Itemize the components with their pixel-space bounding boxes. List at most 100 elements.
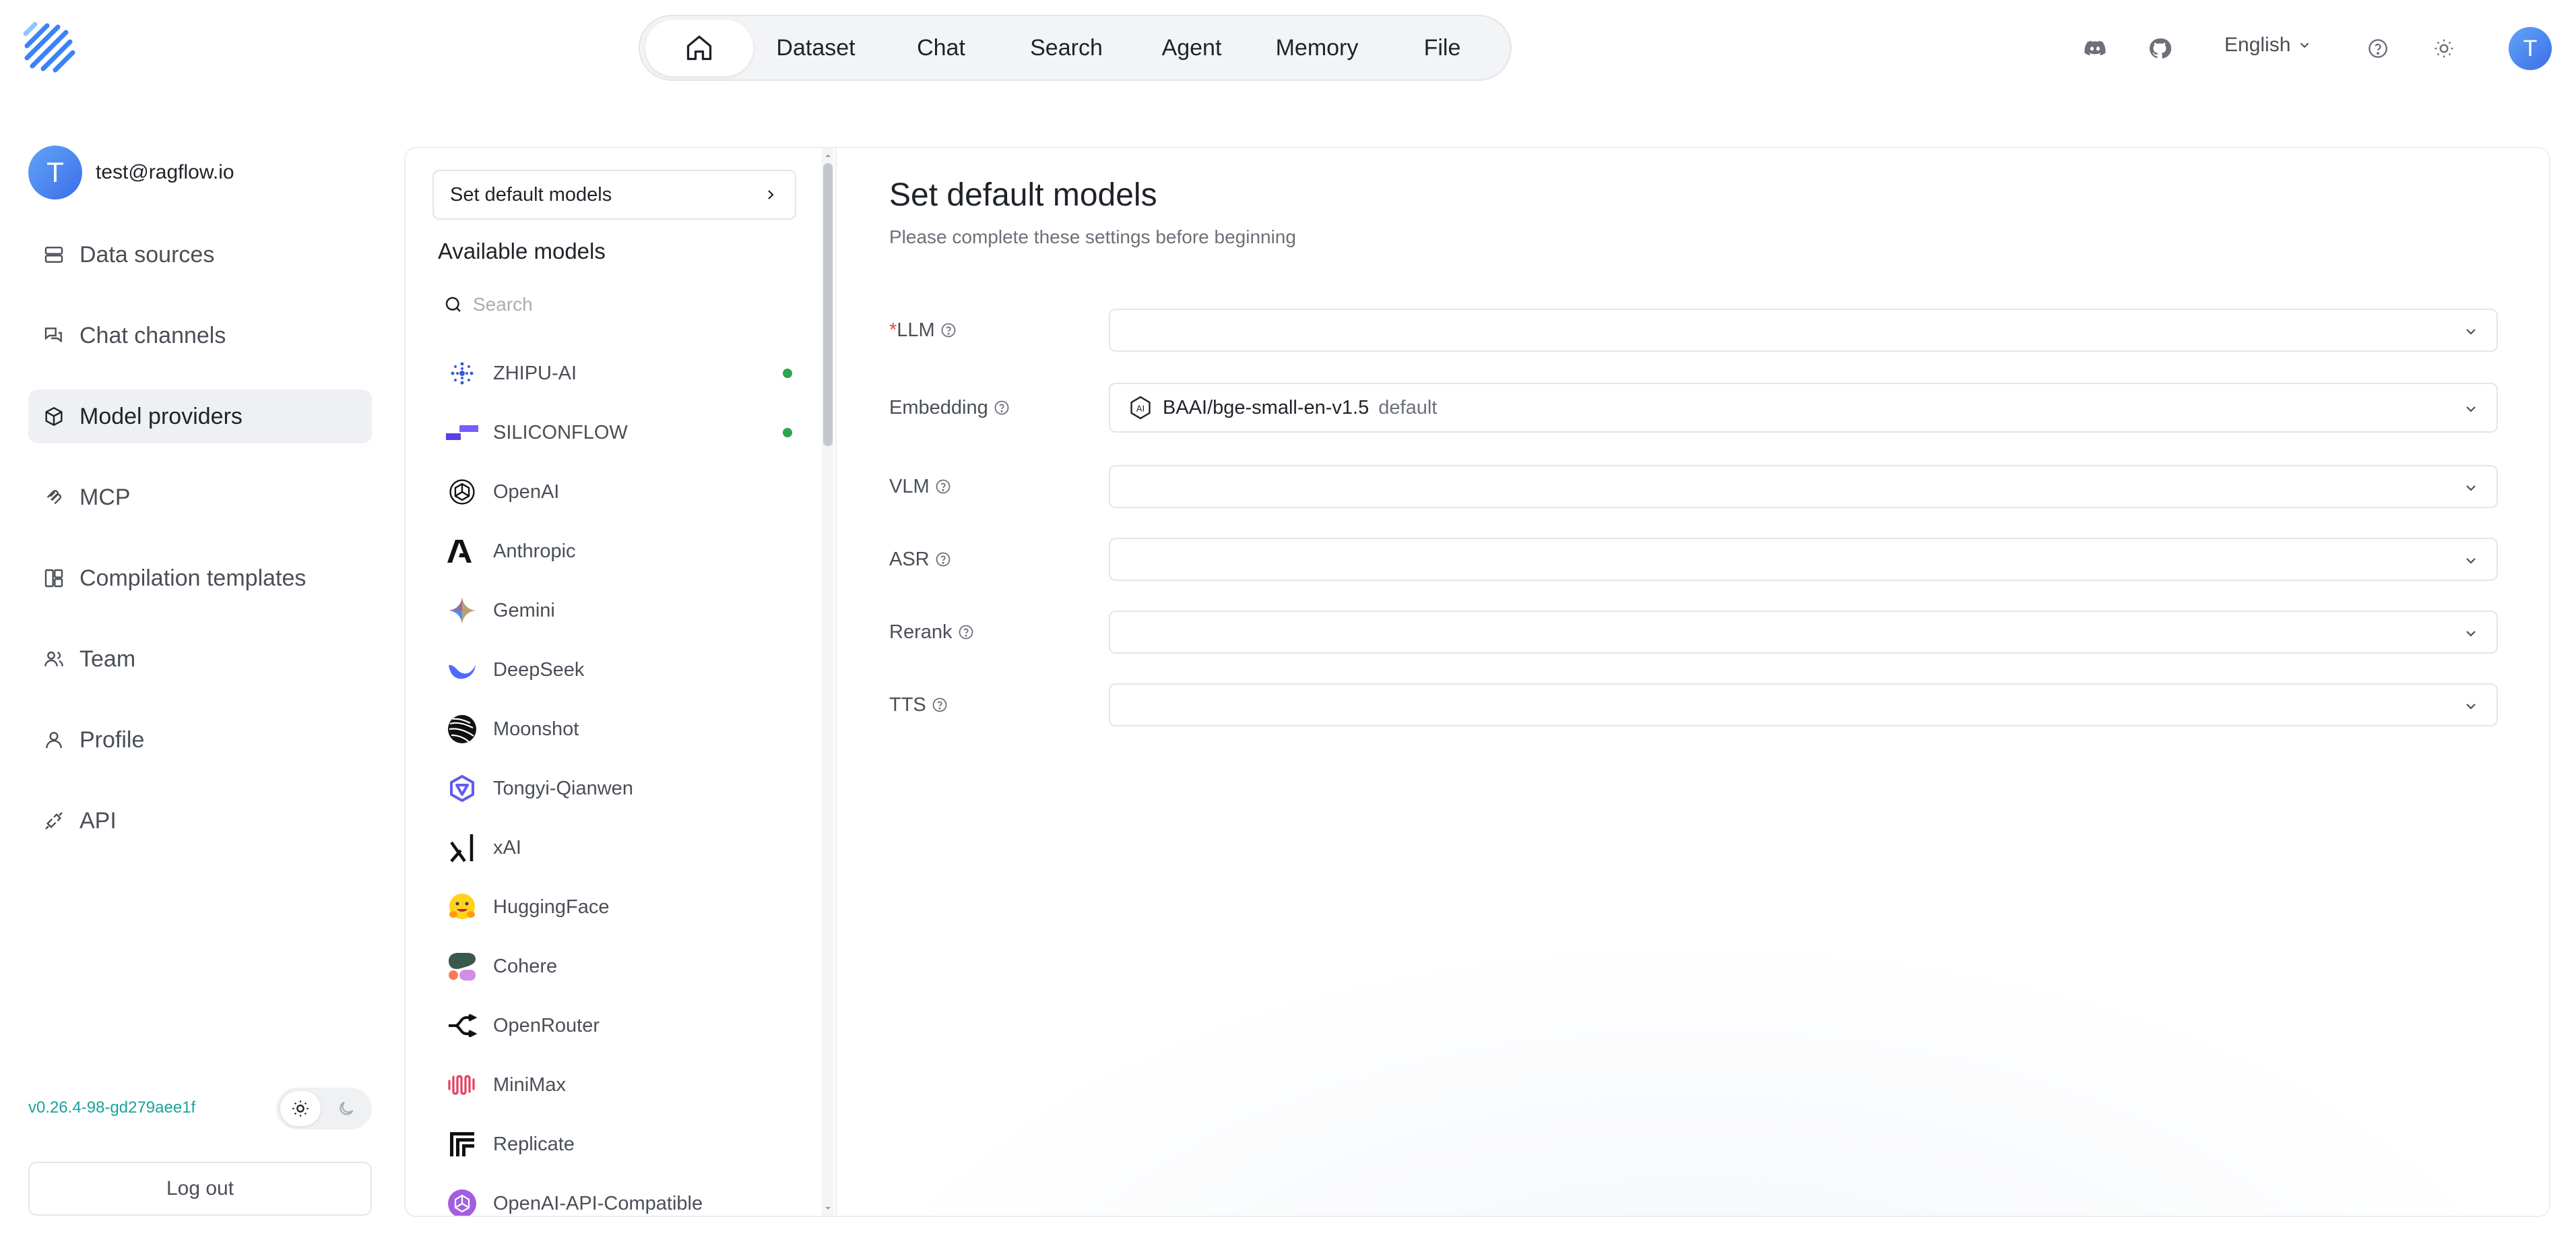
provider-anthropic[interactable]: Anthropic — [446, 522, 796, 581]
templates-icon — [44, 569, 63, 588]
provider-openrouter[interactable]: OpenRouter — [446, 996, 796, 1055]
sidebar-item-model-providers[interactable]: Model providers — [28, 390, 372, 443]
available-models-title: Available models — [438, 239, 606, 263]
nav-search[interactable]: Search — [1004, 20, 1129, 76]
field-label: VLM — [889, 475, 930, 497]
provider-name: OpenAI-API-Compatible — [493, 1192, 703, 1214]
help-icon[interactable] — [935, 551, 951, 567]
sidebar-item-team[interactable]: Team — [28, 632, 372, 686]
language-select[interactable]: English — [2224, 34, 2312, 57]
field-label: ASR — [889, 548, 930, 570]
chevron-down-icon — [2466, 704, 2476, 710]
chevron-down-icon — [2300, 42, 2309, 49]
discord-icon[interactable] — [2082, 35, 2108, 62]
github-icon[interactable] — [2146, 35, 2173, 62]
sidebar-item-chat-channels[interactable]: Chat channels — [28, 309, 372, 363]
nav-memory[interactable]: Memory — [1254, 20, 1380, 76]
scroll-up-icon[interactable] — [823, 151, 833, 160]
help-icon[interactable] — [940, 322, 957, 338]
moonshot-logo-icon — [446, 713, 478, 745]
svg-text:AI: AI — [1136, 404, 1145, 414]
nav-dataset[interactable]: Dataset — [753, 20, 878, 76]
provider-huggingface[interactable]: HuggingFace — [446, 877, 796, 937]
provider-name: OpenRouter — [493, 1014, 600, 1036]
asr-label: ASR — [889, 538, 951, 581]
chevron-down-icon — [2466, 558, 2476, 564]
chevron-down-icon — [2466, 485, 2476, 491]
rerank-label: Rerank — [889, 611, 974, 654]
provider-name: HuggingFace — [493, 896, 610, 918]
asr-select[interactable] — [1109, 538, 2498, 581]
provider-deepseek[interactable]: DeepSeek — [446, 640, 796, 699]
sidebar-item-api[interactable]: API — [28, 794, 372, 848]
search-input[interactable]: Search — [473, 294, 533, 315]
sidebar-item-label: Team — [79, 646, 136, 672]
sidebar-item-compilation-templates[interactable]: Compilation templates — [28, 551, 372, 605]
huggingface-logo-icon — [446, 891, 478, 923]
sidebar-item-mcp[interactable]: MCP — [28, 470, 372, 524]
api-icon — [45, 812, 63, 830]
help-icon[interactable] — [2364, 35, 2391, 62]
openai-compatible-logo-icon — [446, 1187, 478, 1216]
provider-cohere[interactable]: Cohere — [446, 937, 796, 996]
language-label: English — [2224, 34, 2291, 56]
profile-icon — [46, 732, 62, 749]
field-label: Rerank — [889, 621, 953, 643]
sun-icon[interactable] — [2430, 35, 2457, 62]
provider-name: OpenAI — [493, 480, 560, 503]
provider-gemini[interactable]: Gemini — [446, 581, 796, 640]
provider-name: ZHIPU-AI — [493, 362, 577, 384]
asr-row: ASR — [889, 538, 2506, 581]
nav-agent[interactable]: Agent — [1129, 20, 1254, 76]
provider-siliconflow[interactable]: SILICONFLOW — [446, 403, 796, 462]
help-icon[interactable] — [958, 624, 974, 640]
embedding-model-name: BAAI/bge-small-en-v1.5 — [1163, 396, 1370, 418]
rerank-select[interactable] — [1109, 611, 2498, 654]
help-icon[interactable] — [935, 478, 951, 495]
field-label: LLM — [897, 319, 935, 341]
version-label: v0.26.4-98-gd279aee1f — [28, 1098, 196, 1117]
llm-select[interactable] — [1109, 309, 2498, 352]
top-avatar[interactable]: T — [2509, 27, 2552, 70]
provider-minimax[interactable]: MiniMax — [446, 1055, 796, 1115]
embedding-select[interactable]: AI BAAI/bge-small-en-v1.5 default — [1109, 383, 2498, 433]
vlm-row: VLM — [889, 465, 2506, 508]
theme-toggle — [276, 1088, 372, 1129]
provider-name: Replicate — [493, 1133, 575, 1155]
light-theme-button[interactable] — [280, 1091, 321, 1126]
rerank-row: Rerank — [889, 611, 2506, 654]
provider-replicate[interactable]: Replicate — [446, 1115, 796, 1174]
chevron-down-icon — [2466, 631, 2476, 637]
provider-moonshot[interactable]: Moonshot — [446, 699, 796, 759]
provider-tongyi-qianwen[interactable]: Tongyi-Qianwen — [446, 759, 796, 818]
replicate-logo-icon — [446, 1128, 478, 1160]
nav-chat[interactable]: Chat — [878, 20, 1004, 76]
provider-search[interactable]: Search — [443, 294, 533, 315]
page-subtitle: Please complete these settings before be… — [889, 226, 1296, 247]
ragflow-logo[interactable] — [23, 22, 78, 77]
provider-name: DeepSeek — [493, 658, 585, 681]
sidebar-item-label: Data sources — [79, 241, 215, 268]
xai-logo-icon — [446, 832, 478, 864]
dark-theme-button[interactable] — [326, 1091, 366, 1126]
nav-file[interactable]: File — [1380, 20, 1505, 76]
provider-openai[interactable]: OpenAI — [446, 462, 796, 522]
help-icon[interactable] — [994, 400, 1010, 416]
model-providers-panel: Set default models Available models Sear… — [404, 147, 2550, 1217]
provider-name: Anthropic — [493, 540, 576, 562]
logout-button[interactable]: Log out — [28, 1162, 372, 1216]
sidebar-item-profile[interactable]: Profile — [28, 713, 372, 767]
vlm-select[interactable] — [1109, 465, 2498, 508]
help-icon[interactable] — [932, 697, 948, 713]
home-button[interactable] — [645, 20, 753, 76]
provider-openai-api-compatible[interactable]: OpenAI-API-Compatible — [446, 1174, 796, 1216]
team-icon — [44, 651, 63, 666]
provider-name: xAI — [493, 836, 521, 859]
set-default-models-button[interactable]: Set default models — [432, 170, 796, 220]
tts-select[interactable] — [1109, 683, 2498, 726]
scroll-down-icon[interactable] — [823, 1204, 833, 1213]
provider-xai[interactable]: xAI — [446, 818, 796, 877]
sidebar-item-data-sources[interactable]: Data sources — [28, 228, 372, 282]
provider-zhipu-ai[interactable]: ZHIPU-AI — [446, 344, 796, 403]
provider-scrollbar-thumb[interactable] — [823, 163, 833, 446]
